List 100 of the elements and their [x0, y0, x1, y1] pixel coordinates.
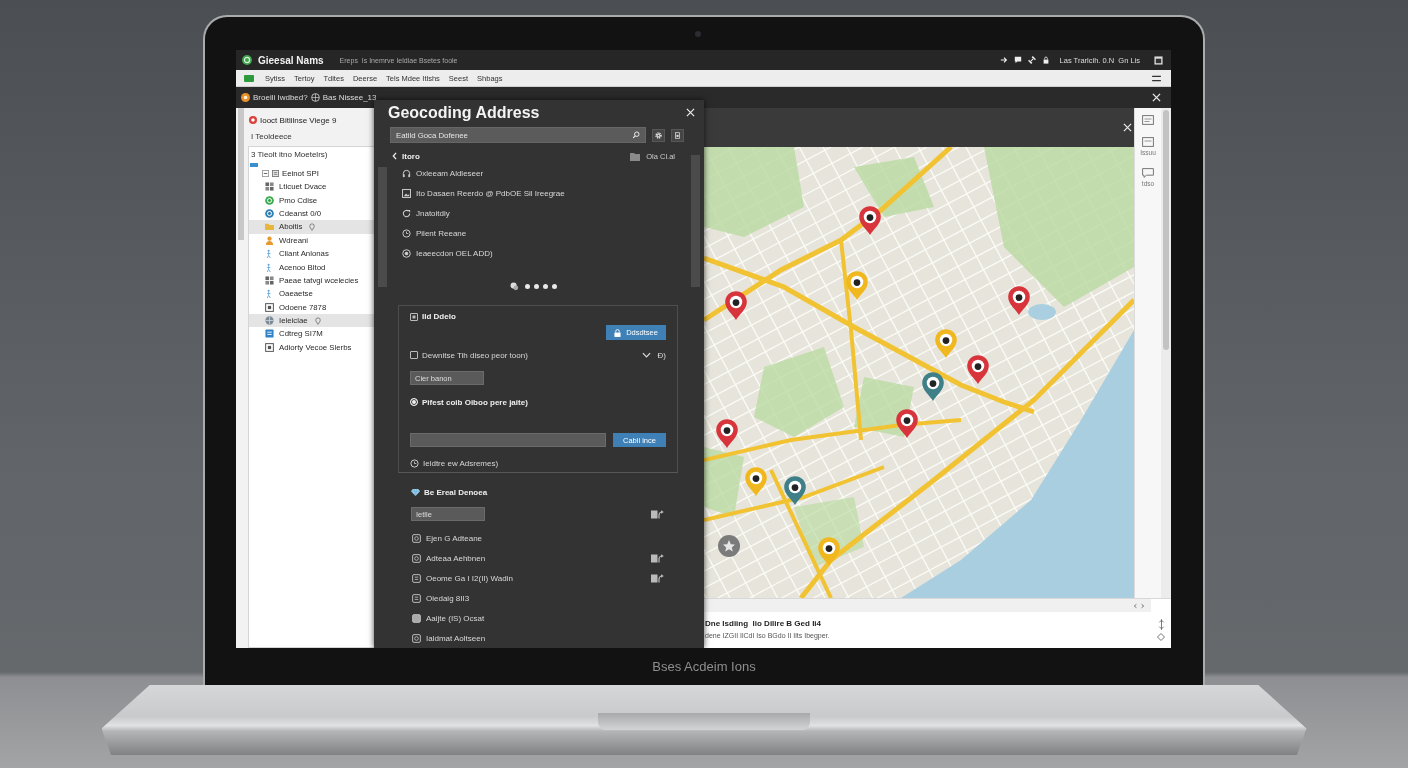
globe-icon [265, 208, 274, 218]
map-pin-icon [784, 476, 806, 505]
panel-title: Iooct Bitlilnse Viege 9 [260, 115, 337, 125]
gem-icon [411, 487, 420, 497]
clipboard-button[interactable] [671, 128, 684, 142]
aside-text: Ð) [657, 350, 666, 360]
lock-icon[interactable] [1041, 56, 1050, 64]
list-item[interactable]: Oeome Ga I I2(II) Wadin [412, 573, 513, 583]
chat-icon[interactable] [1013, 56, 1022, 64]
checkbox[interactable] [410, 351, 418, 359]
map-pin-icon [1008, 286, 1030, 315]
status-dot-icon [241, 93, 250, 102]
square-icon [412, 553, 421, 563]
dialog-title: Geocoding Address [388, 103, 540, 122]
document-arrow-icon[interactable] [651, 573, 664, 583]
document-arrow-icon[interactable] [651, 553, 664, 563]
result-item[interactable]: Ito Dasaen Reerdo @ PdbOE Sil Ireegrae [392, 183, 565, 203]
checkbox-label: Dewnitse Tih diseo peor toon) [422, 350, 528, 360]
settings-icon [655, 131, 662, 139]
chat-icon [1142, 168, 1154, 178]
square-icon [412, 533, 421, 543]
panel-text: I Teoldeece [250, 130, 292, 143]
laptop-brand: Bses Acdeim Ions [652, 659, 756, 674]
result-item[interactable]: Oxleeam Aldleseer [392, 163, 484, 183]
window-icon[interactable] [1154, 55, 1163, 65]
map-pin-icon [846, 271, 868, 300]
folder-icon [265, 222, 274, 232]
map-pin-icon [967, 355, 989, 384]
page-dot-icon[interactable] [543, 283, 548, 289]
arrow-icon[interactable] [999, 56, 1008, 64]
close-icon[interactable] [1152, 93, 1161, 102]
radio-label: Pifest coib Oiboo pere jaite) [422, 397, 528, 407]
document-arrow-icon[interactable] [651, 509, 664, 519]
color-bar-icon [250, 163, 258, 167]
tab-label[interactable]: Broeili Iwdbed? [253, 93, 308, 102]
map-pin-icon [818, 537, 840, 566]
chevron-down-icon[interactable] [641, 352, 651, 358]
input-field[interactable] [410, 433, 606, 447]
square-icon [412, 633, 421, 643]
map-pin-icon [859, 206, 881, 235]
section-title: Be Ereal Denoea [424, 487, 488, 497]
document-icon [265, 329, 274, 339]
page-dot-icon[interactable] [525, 283, 530, 289]
result-item[interactable]: Ieaeecdon OEL ADD) [392, 243, 493, 263]
scrollbar[interactable] [1161, 108, 1171, 598]
globe-icon [265, 316, 274, 326]
settings-button[interactable] [652, 128, 665, 142]
list-item[interactable]: Aaijte (IS) Ocsat [412, 613, 485, 623]
page-dot-icon[interactable] [534, 283, 539, 289]
expander-icon[interactable] [262, 170, 269, 177]
document-icon [412, 593, 421, 603]
map-pin-icon [725, 291, 747, 320]
camera-icon [695, 30, 701, 37]
close-icon[interactable] [686, 108, 695, 117]
folder-icon [630, 151, 641, 161]
link-icon[interactable] [1027, 56, 1036, 64]
details-title: Dne Isdiing lio Dilire B Ged Ii4 [704, 619, 822, 628]
flag-icon [244, 74, 254, 82]
note-text: Ieldtre ew Adsremes) [423, 458, 499, 468]
page-dot-icon[interactable] [552, 283, 557, 289]
figure-icon [265, 249, 274, 259]
refresh-icon [402, 208, 411, 218]
target-icon [402, 248, 411, 258]
list-item[interactable]: Ejen G Adteane [412, 533, 483, 543]
checkbox[interactable] [410, 312, 418, 321]
list-icon [272, 170, 279, 177]
clock-icon [410, 458, 419, 468]
scrollbar[interactable] [378, 167, 387, 287]
result-item[interactable]: Pilent Reeane [392, 223, 467, 243]
star-button[interactable] [718, 535, 740, 557]
record-icon [249, 116, 257, 124]
radio-button[interactable] [410, 398, 418, 406]
menu-icon[interactable] [1152, 74, 1161, 82]
map-pin-icon [922, 372, 944, 401]
list-item[interactable]: Adteaa Aehbnen [412, 553, 486, 563]
sort-icon[interactable] [1157, 619, 1165, 630]
file-name: Bas Nissee_13 [322, 93, 377, 102]
figure-icon [265, 289, 274, 299]
square-icon [265, 342, 274, 352]
map-pin-icon [896, 409, 918, 438]
circles-icon [510, 281, 519, 291]
checkbox-label: Ild Ddelo [422, 312, 456, 321]
logo-icon [242, 55, 252, 65]
clipboard-icon [674, 131, 681, 139]
list-item[interactable]: Ialdmat Aoltseen [412, 633, 486, 643]
square-icon [265, 302, 274, 312]
search-icon [632, 131, 640, 139]
result-item[interactable]: Jnatoitdiy [392, 203, 450, 223]
scrollbar-thumb[interactable] [1163, 110, 1169, 350]
back-link[interactable]: Itoro [392, 151, 420, 161]
list-item[interactable]: Oiedaig 8II3 [412, 593, 470, 603]
scrollbar[interactable] [238, 108, 244, 240]
scrollbar[interactable] [691, 155, 700, 287]
map-pin-icon [745, 467, 767, 496]
grid-icon [265, 182, 274, 192]
lock-icon [614, 328, 622, 337]
close-icon[interactable] [1123, 123, 1132, 132]
pond [1028, 304, 1056, 320]
grid-icon [265, 275, 274, 285]
square-icon [412, 613, 421, 623]
